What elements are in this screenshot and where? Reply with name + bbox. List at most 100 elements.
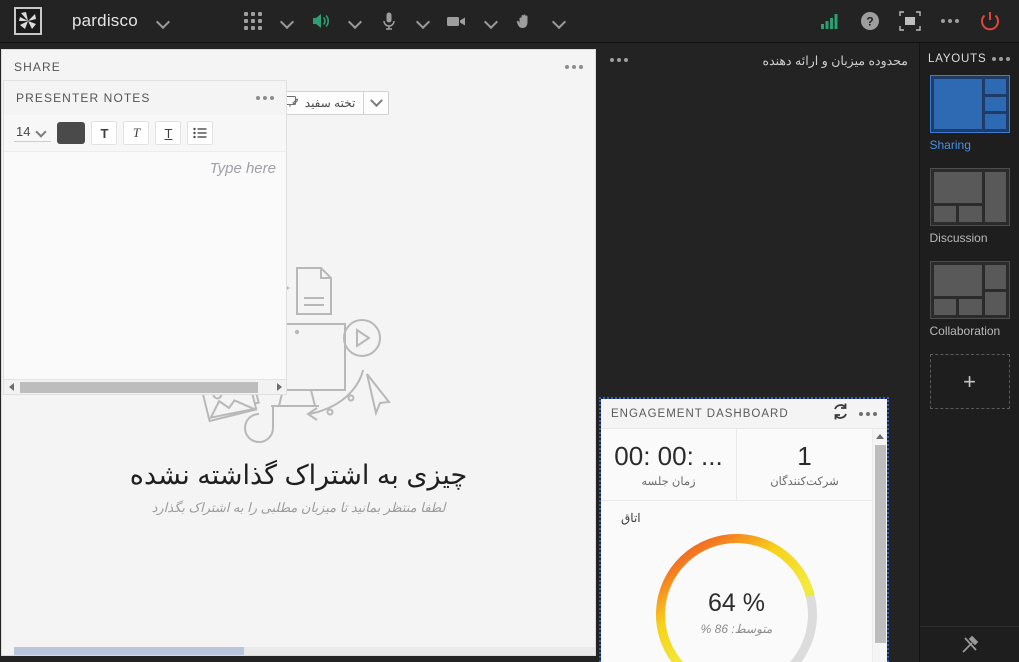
layout-item-collaboration[interactable]: Collaboration — [929, 261, 1010, 338]
presenter-notes-editor[interactable]: Type here — [4, 151, 286, 379]
presenter-area-header: محدوده میزبان و ارائه دهنده — [600, 43, 918, 77]
room-menu-chevron-down-icon[interactable] — [156, 14, 170, 28]
power-icon[interactable] — [973, 4, 1007, 38]
apps-grid-icon[interactable] — [234, 4, 272, 38]
add-layout-button[interactable]: + — [929, 354, 1010, 409]
top-toolbar: pardisco ? — [0, 0, 1019, 43]
session-time-value: 00: 00: ... — [614, 441, 723, 471]
presenter-notes-title: PRESENTER NOTES — [16, 91, 151, 105]
presenter-area-more-options-icon[interactable] — [610, 58, 628, 62]
gauge-average: متوسط: 86 % — [700, 622, 773, 636]
camera-chevron-down-icon[interactable] — [476, 4, 506, 38]
engagement-dashboard-more-options-icon[interactable] — [859, 411, 877, 416]
arrow-up-icon[interactable] — [873, 429, 887, 443]
layout-item-discussion[interactable]: Discussion — [929, 168, 1010, 245]
share-whiteboard-label: تخته سفید — [304, 96, 356, 110]
arrow-left-icon[interactable] — [4, 380, 18, 395]
share-whiteboard-button[interactable]: تخته سفید — [274, 91, 364, 115]
layout-thumbnail-sharing — [929, 75, 1010, 133]
share-empty-subtitle: لطفا منتظر بمانید تا میزبان مطلبی را به … — [151, 499, 446, 515]
notes-scroll-track[interactable] — [18, 380, 272, 395]
share-panel-header: SHARE — [2, 50, 595, 84]
svg-text:?: ? — [866, 15, 873, 29]
underline-button[interactable]: T — [155, 121, 182, 145]
camera-icon[interactable] — [438, 4, 476, 38]
font-size-chevron-down-icon — [35, 125, 49, 139]
engagement-dashboard-header: ENGAGEMENT DASHBOARD — [601, 399, 887, 429]
engagement-stats-row: 00: 00: ... زمان جلسه 1 شرکت‌کنندگان — [601, 429, 872, 501]
engagement-dashboard-actions — [832, 403, 877, 425]
participants-value: 1 — [797, 441, 812, 471]
share-horizontal-scrollbar[interactable] — [14, 647, 595, 655]
raise-hand-chevron-down-icon[interactable] — [544, 4, 574, 38]
presenter-notes-horizontal-scrollbar[interactable] — [4, 379, 286, 394]
presenter-notes-toolbar: 14 T T T — [4, 115, 286, 151]
raise-hand-icon[interactable] — [506, 4, 544, 38]
arrow-right-icon[interactable] — [272, 380, 286, 395]
apps-tool — [234, 4, 302, 38]
presenter-notes-header: PRESENTER NOTES — [4, 81, 286, 115]
presenter-area-title: محدوده میزبان و ارائه دهنده — [762, 53, 908, 68]
gauge-center-readout: 64 % متوسط: 86 % — [649, 589, 824, 636]
layout-label-collaboration: Collaboration — [929, 324, 1001, 338]
layout-thumbnail-discussion — [929, 168, 1010, 226]
pardis-logo-icon[interactable] — [14, 7, 42, 35]
meeting-app-window: pardisco ? SHARE تخته سفید چیزی به اشترا… — [0, 0, 1019, 662]
layout-label-discussion: Discussion — [929, 231, 988, 245]
raise-hand-tool — [506, 4, 574, 38]
participants-label: شرکت‌کنندگان — [770, 476, 839, 488]
microphone-chevron-down-icon[interactable] — [408, 4, 438, 38]
speaker-tool — [302, 4, 370, 38]
layout-label-sharing: Sharing — [929, 138, 971, 152]
layouts-panel: LAYOUTS Sharing Discussion Collaboration… — [919, 43, 1019, 662]
font-size-selector[interactable]: 14 — [14, 124, 52, 142]
gauge-section-label: اتاق — [621, 511, 641, 525]
share-panel-title: SHARE — [14, 60, 61, 74]
microphone-icon[interactable] — [370, 4, 408, 38]
engagement-dashboard-panel: ENGAGEMENT DASHBOARD 00: 00: ... زمان جل… — [599, 397, 889, 662]
room-engagement-gauge: 64 % متوسط: 86 % — [649, 527, 824, 662]
italic-button[interactable]: T — [123, 121, 150, 145]
session-time-label: زمان جلسه — [641, 476, 696, 488]
session-time-stat: 00: 00: ... زمان جلسه — [601, 429, 736, 500]
fullscreen-icon[interactable] — [893, 4, 927, 38]
refresh-icon[interactable] — [832, 403, 849, 425]
share-more-options-icon[interactable] — [565, 65, 583, 69]
stage-area: SHARE صفحه نمایش فایل های جلسه — [0, 43, 1019, 662]
top-right-tools: ? — [813, 4, 1019, 38]
layouts-title: LAYOUTS — [928, 53, 987, 65]
bold-button[interactable]: T — [91, 121, 118, 145]
bullet-list-icon[interactable] — [187, 121, 214, 145]
room-engagement-gauge-section: اتاق 64 % متوسط: 86 % — [601, 501, 872, 662]
apps-chevron-down-icon[interactable] — [272, 4, 302, 38]
share-whiteboard-chevron-down-icon[interactable] — [363, 91, 390, 115]
dashboard-scroll-thumb[interactable] — [875, 445, 886, 643]
presenter-notes-more-options-icon[interactable] — [256, 96, 274, 100]
layout-thumbnail-collaboration — [929, 261, 1010, 319]
signal-bars-icon[interactable] — [813, 4, 847, 38]
participants-stat: 1 شرکت‌کنندگان — [736, 429, 872, 500]
meeting-tools-group — [234, 4, 574, 38]
font-size-value: 14 — [16, 124, 31, 139]
notes-scroll-thumb[interactable] — [20, 381, 258, 393]
help-icon[interactable]: ? — [853, 4, 887, 38]
gauge-value: 64 % — [708, 589, 765, 617]
camera-tool — [438, 4, 506, 38]
tools-hammer-icon[interactable] — [920, 626, 1019, 662]
microphone-tool — [370, 4, 438, 38]
more-options-icon[interactable] — [933, 4, 967, 38]
speaker-icon[interactable] — [302, 4, 340, 38]
layouts-more-options-icon[interactable] — [992, 57, 1011, 61]
engagement-dashboard-body: 00: 00: ... زمان جلسه 1 شرکت‌کنندگان اتا… — [601, 429, 887, 662]
speaker-chevron-down-icon[interactable] — [340, 4, 370, 38]
dashboard-scroll-track[interactable] — [873, 443, 887, 662]
presenter-notes-placeholder: Type here — [209, 160, 276, 177]
text-color-icon[interactable] — [57, 122, 86, 144]
room-name: pardisco — [72, 11, 138, 30]
engagement-dashboard-title: ENGAGEMENT DASHBOARD — [611, 407, 789, 420]
engagement-dashboard-vertical-scrollbar[interactable] — [872, 429, 887, 662]
engagement-dashboard-scrollport: 00: 00: ... زمان جلسه 1 شرکت‌کنندگان اتا… — [601, 429, 872, 662]
presenter-notes-panel: PRESENTER NOTES 14 T T T Type here — [3, 80, 287, 395]
share-empty-title: چیزی به اشتراک گذاشته نشده — [129, 459, 468, 490]
layout-item-sharing[interactable]: Sharing — [929, 75, 1010, 152]
